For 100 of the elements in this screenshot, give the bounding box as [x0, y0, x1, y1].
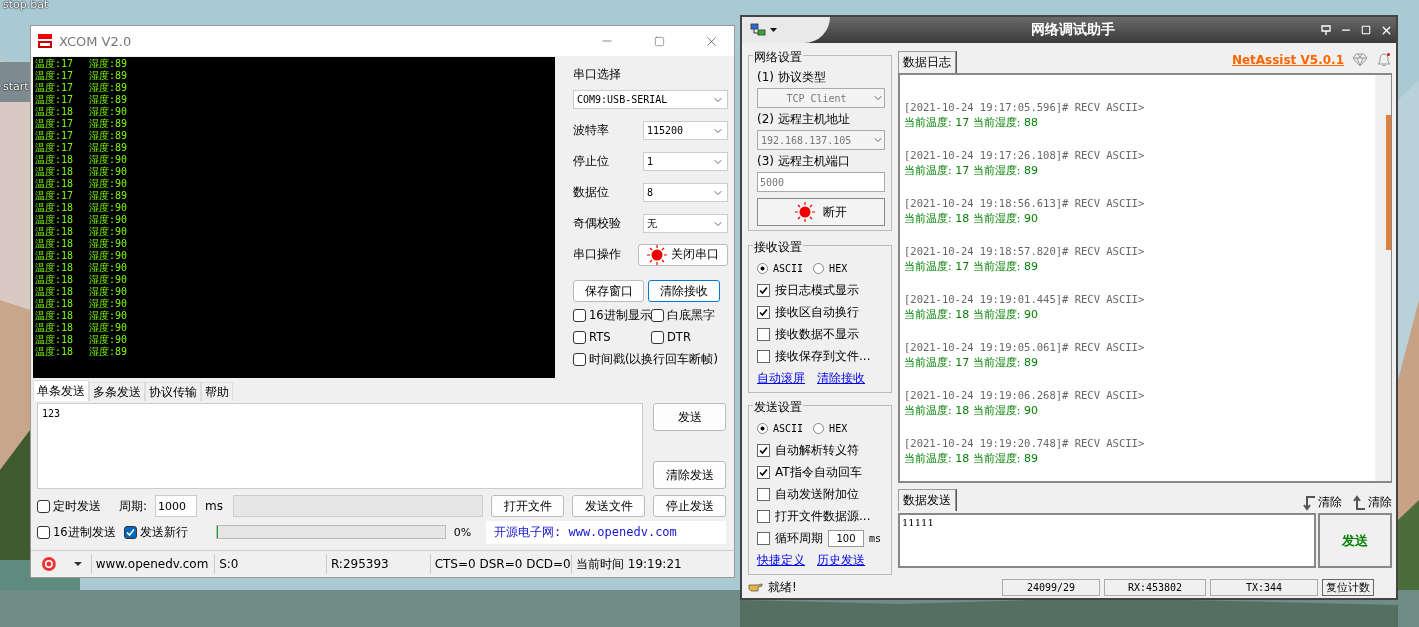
checkbox-label: 按日志模式显示 — [775, 281, 859, 299]
file-button[interactable]: 停止发送 — [653, 495, 726, 517]
temperature-reading: 温度:18 — [35, 226, 74, 238]
action-button[interactable]: 保存窗口 — [573, 280, 644, 302]
temperature-reading: 温度:18 — [35, 178, 74, 190]
port-dropdown[interactable]: COM9:USB-SERIAL — [573, 90, 728, 109]
action-button[interactable]: 清除接收 — [648, 280, 720, 302]
humidity-reading: 湿度:89 — [89, 142, 128, 154]
link[interactable]: 自动滚屏 — [757, 369, 805, 387]
link[interactable]: 快捷定义 — [757, 551, 805, 569]
caret-icon[interactable] — [770, 28, 777, 32]
humidity-reading: 湿度:89 — [89, 58, 128, 70]
log-header: [2021-10-24 19:18:56.613]# RECV ASCII> — [904, 196, 1146, 211]
bell-icon[interactable] — [1376, 52, 1392, 68]
link[interactable]: 清除接收 — [817, 369, 865, 387]
checkbox-option[interactable]: 16进制显示 — [573, 304, 651, 326]
period-field[interactable]: 1000 — [155, 495, 198, 517]
log-tab[interactable]: 数据日志 — [898, 51, 956, 73]
checkbox-option[interactable]: 16进制发送 — [37, 521, 116, 543]
radio-label: ASCII — [773, 422, 804, 434]
reset-count-button[interactable]: 复位计数 — [1322, 578, 1374, 596]
clear-button[interactable]: 清除 — [1352, 494, 1392, 511]
humidity-reading: 湿度:90 — [89, 106, 128, 118]
check-icon — [759, 467, 768, 477]
temperature-reading: 温度:17 — [35, 94, 74, 106]
checkbox[interactable] — [757, 305, 770, 319]
checkbox[interactable] — [757, 327, 770, 341]
progress-reading: 0% — [453, 525, 472, 539]
send-button[interactable]: 发送 — [653, 403, 726, 431]
send-tab[interactable]: 单条发送 — [33, 380, 89, 401]
close-port-button[interactable]: 关闭串口 — [638, 243, 728, 266]
radio-button[interactable] — [813, 422, 825, 434]
setting-label: 数据位 — [573, 184, 609, 201]
target-icon[interactable] — [41, 556, 57, 572]
setting-dropdown[interactable]: 115200 — [643, 121, 728, 140]
status-field: 当前时间 19:19:21 — [570, 554, 734, 574]
period-field[interactable]: 100 — [828, 529, 864, 547]
send-button[interactable]: 清除发送 — [653, 461, 726, 489]
humidity-reading: 湿度:90 — [89, 226, 128, 238]
checkbox-option[interactable]: 定时发送 — [37, 495, 101, 517]
log-header: [2021-10-24 19:17:26.108]# RECV ASCII> — [904, 148, 1146, 163]
humidity-reading: 湿度:89 — [89, 82, 128, 94]
humidity-reading: 湿度:90 — [89, 286, 128, 298]
file-button[interactable]: 打开文件 — [491, 495, 564, 517]
protocol-dropdown[interactable]: TCP Client — [757, 88, 885, 108]
send-tab[interactable]: 协议传输 — [145, 382, 201, 401]
humidity-reading: 湿度:90 — [89, 154, 128, 166]
temperature-reading: 温度:18 — [35, 202, 74, 214]
log-header: [2021-10-24 19:17:05.596]# RECV ASCII> — [904, 100, 1146, 115]
checkbox-option[interactable]: 白底黑字 — [651, 304, 721, 326]
setting-dropdown[interactable]: 无 — [643, 214, 728, 233]
checkbox[interactable] — [757, 443, 770, 457]
unit-label: ms — [869, 532, 882, 544]
file-path-field[interactable] — [233, 495, 483, 517]
link[interactable]: 历史发送 — [817, 551, 865, 569]
maximize-icon — [653, 35, 665, 47]
caret-icon[interactable] — [72, 561, 83, 567]
send-input[interactable]: 123 — [37, 403, 643, 489]
counter-field: TX:344 — [1210, 578, 1318, 596]
send-input[interactable]: 11111 — [898, 513, 1316, 568]
network-icon[interactable] — [750, 23, 766, 37]
temperature-reading: 温度:17 — [35, 142, 74, 154]
radio-button[interactable] — [757, 262, 768, 274]
host-dropdown[interactable]: 192.168.137.105 — [757, 130, 885, 150]
checkbox[interactable] — [757, 531, 770, 545]
send-button[interactable]: 发送 — [1318, 513, 1392, 568]
temperature-reading: 温度:17 — [35, 130, 74, 142]
send-tab[interactable]: 数据发送 — [898, 489, 956, 511]
check-icon — [759, 307, 768, 317]
checkbox[interactable] — [757, 465, 770, 479]
setting-dropdown[interactable]: 8 — [643, 183, 728, 202]
setting-dropdown[interactable]: 1 — [643, 152, 728, 171]
checkbox-option[interactable]: 发送新行 — [123, 521, 188, 543]
scrollbar[interactable] — [1375, 75, 1391, 481]
checkbox[interactable] — [757, 509, 770, 523]
file-button[interactable]: 发送文件 — [572, 495, 645, 517]
status-field: S:0 — [214, 554, 326, 574]
log-header: [2021-10-24 19:19:20.748]# RECV ASCII> — [904, 436, 1146, 451]
send-tab[interactable]: 帮助 — [201, 382, 233, 401]
disconnect-button[interactable]: 断开 — [757, 198, 885, 226]
radio-button[interactable] — [757, 422, 768, 434]
temperature-reading: 温度:18 — [35, 106, 74, 118]
port-field[interactable]: 5000 — [757, 172, 885, 192]
checkbox[interactable] — [757, 487, 770, 501]
log-message: 当前温度: 17 当前湿度: 88 — [904, 115, 1039, 131]
checkbox[interactable] — [757, 349, 770, 363]
clear-button[interactable]: 清除 — [1302, 494, 1342, 511]
checkbox[interactable] — [757, 283, 770, 297]
temperature-reading: 温度:17 — [35, 70, 74, 82]
radio-button[interactable] — [813, 262, 825, 274]
unit-label: ms — [205, 499, 224, 513]
setting-label: 停止位 — [573, 153, 609, 170]
checkbox-option[interactable]: DTR — [651, 326, 721, 348]
temperature-reading: 温度:18 — [35, 262, 74, 274]
send-tab[interactable]: 多条发送 — [89, 382, 145, 401]
checkbox-option[interactable]: RTS — [573, 326, 651, 348]
log-header: [2021-10-24 19:19:01.445]# RECV ASCII> — [904, 292, 1146, 307]
temperature-reading: 温度:17 — [35, 118, 74, 130]
temperature-reading: 温度:17 — [35, 82, 74, 94]
checkbox-option[interactable]: 时间戳(以换行回车断帧) — [573, 348, 721, 370]
